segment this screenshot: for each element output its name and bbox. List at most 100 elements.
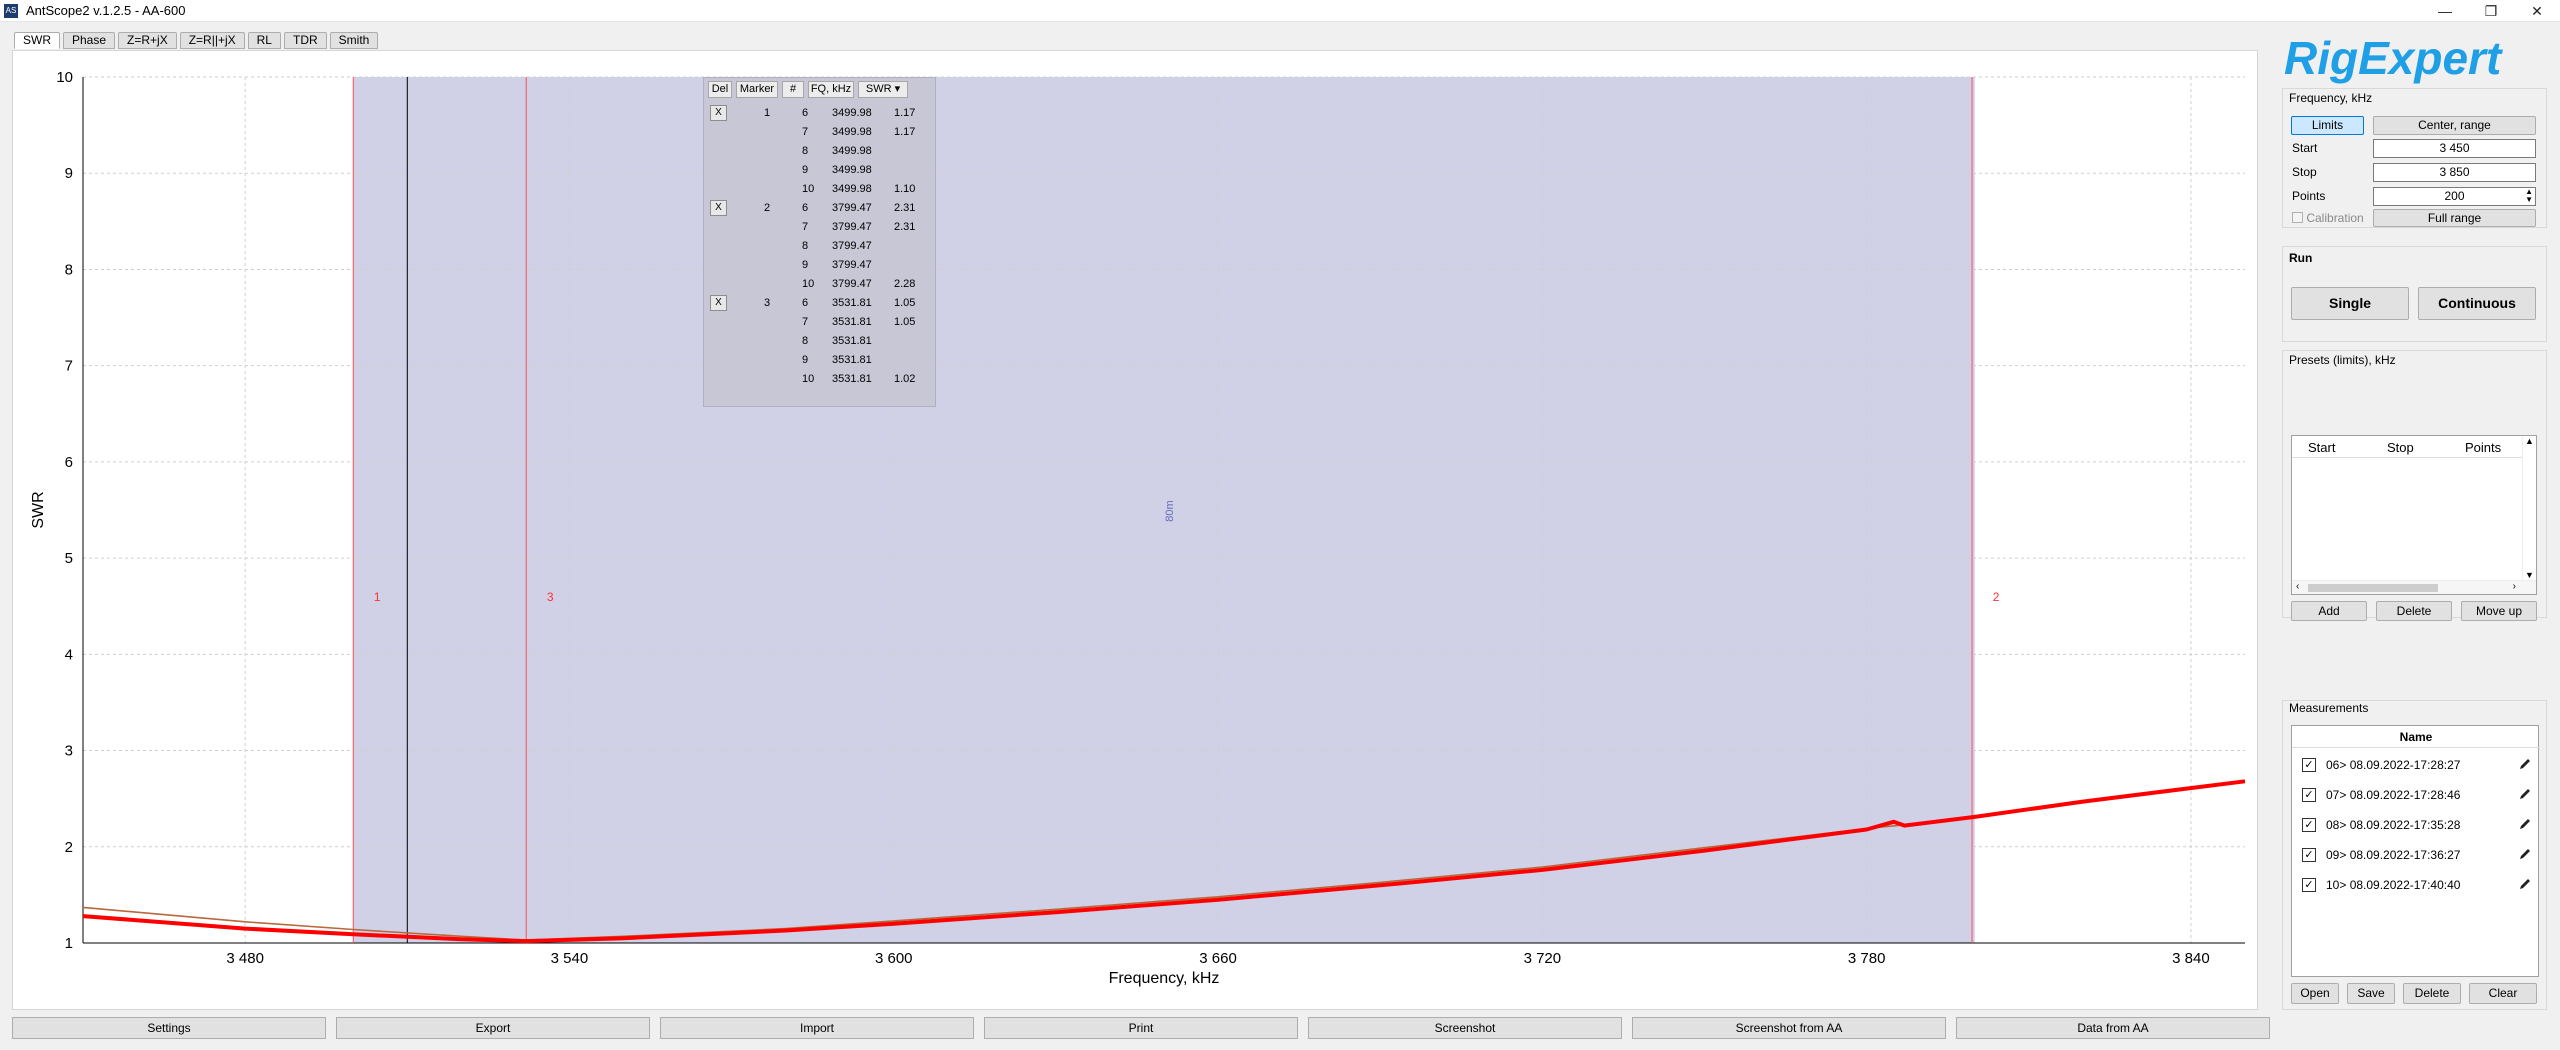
col-stop[interactable]: Stop (2387, 440, 2414, 455)
limits-button[interactable]: Limits (2291, 116, 2364, 135)
marker-table[interactable]: Del Marker # FQ, kHz SWR ▾ X 1 6 3499.98 1.1… (703, 77, 936, 407)
marker-table-row[interactable]: 9 3531.81 (704, 351, 937, 370)
col-swr[interactable]: SWR ▾ (858, 81, 908, 98)
checkmark-icon[interactable]: ✓ (2302, 758, 2316, 772)
delete-marker-button[interactable]: X (710, 105, 727, 121)
import-button[interactable]: Import (660, 1017, 974, 1039)
data-from-aa-button[interactable]: Data from AA (1956, 1017, 2270, 1039)
calibration-checkbox[interactable]: Calibration (2292, 211, 2364, 225)
checkmark-icon[interactable]: ✓ (2302, 788, 2316, 802)
marker-frequency: 3799.47 (832, 202, 872, 214)
measurement-item[interactable]: ✓ 09> 08.09.2022-17:36:27 (2292, 840, 2540, 870)
export-button[interactable]: Export (336, 1017, 650, 1039)
tab-z-parallel[interactable]: Z=R||+jX (179, 32, 245, 49)
checkbox-icon[interactable] (2292, 212, 2303, 223)
tab-rl[interactable]: RL (247, 32, 281, 49)
tab-phase[interactable]: Phase (63, 32, 116, 49)
measurement-item[interactable]: ✓ 06> 08.09.2022-17:28:27 (2292, 750, 2540, 780)
marker-table-row[interactable]: 7 3531.81 1.05 (704, 313, 937, 332)
center-range-button[interactable]: Center, range (2373, 116, 2536, 135)
move-up-preset-button[interactable]: Move up (2461, 601, 2537, 621)
col-name[interactable]: Name (2292, 726, 2540, 748)
tab-smith[interactable]: Smith (329, 32, 379, 49)
print-button[interactable]: Print (984, 1017, 1298, 1039)
marker-table-row[interactable]: X 3 6 3531.81 1.05 (704, 294, 937, 313)
marker-table-row[interactable]: 9 3799.47 (704, 256, 937, 275)
measurement-item[interactable]: ✓ 07> 08.09.2022-17:28:46 (2292, 780, 2540, 810)
pencil-icon[interactable] (2518, 847, 2532, 861)
delete-marker-button[interactable]: X (710, 295, 727, 311)
single-button[interactable]: Single (2291, 287, 2409, 320)
delete-preset-button[interactable]: Delete (2376, 601, 2452, 621)
add-preset-button[interactable]: Add (2291, 601, 2367, 621)
scroll-thumb[interactable] (2308, 584, 2438, 592)
col-frequency[interactable]: FQ, kHz (808, 81, 854, 98)
stop-field[interactable]: 3 850 (2373, 163, 2536, 182)
horizontal-scrollbar[interactable]: ‹ › (2292, 580, 2536, 594)
tab-z-series[interactable]: Z=R+jX (118, 32, 177, 49)
marker-table-row[interactable]: 10 3499.98 1.10 (704, 180, 937, 199)
presets-table[interactable]: Start Stop Points ▲ ▼ ‹ › (2291, 435, 2537, 595)
close-icon[interactable]: ✕ (2514, 0, 2560, 22)
checkmark-icon[interactable]: ✓ (2302, 848, 2316, 862)
pencil-icon[interactable] (2518, 787, 2532, 801)
scroll-left-icon[interactable]: ‹ (2296, 581, 2299, 592)
delete-marker-button[interactable]: X (710, 200, 727, 216)
measurement-item[interactable]: ✓ 08> 08.09.2022-17:35:28 (2292, 810, 2540, 840)
marker-table-row[interactable]: 8 3799.47 (704, 237, 937, 256)
scroll-down-icon[interactable]: ▼ (2525, 570, 2534, 580)
swr-chart-panel[interactable]: 1 2 3 4 5 6 7 8 9 10 3 480 3 540 3 600 3 660 3 720 3 78… (12, 50, 2258, 1010)
checkmark-icon[interactable]: ✓ (2302, 818, 2316, 832)
marker-table-row[interactable]: 8 3531.81 (704, 332, 937, 351)
marker-table-row[interactable]: 10 3799.47 2.28 (704, 275, 937, 294)
x-tick-label: 3 480 (226, 950, 264, 967)
scroll-up-icon[interactable]: ▲ (2525, 436, 2534, 446)
col-index[interactable]: # (782, 81, 804, 98)
run-group: Run Single Continuous (2282, 246, 2547, 342)
swr-chart[interactable]: 123456789103 480 3 540 3 600 3 660 3 720 3 78… (13, 51, 2259, 1011)
start-field[interactable]: 3 450 (2373, 139, 2536, 158)
marker-table-row[interactable]: 7 3499.98 1.17 (704, 123, 937, 142)
marker-frequency: 3531.81 (832, 354, 872, 366)
full-range-button[interactable]: Full range (2373, 209, 2536, 227)
marker-table-row[interactable]: 9 3499.98 (704, 161, 937, 180)
continuous-button[interactable]: Continuous (2418, 287, 2536, 320)
measurement-item[interactable]: ✓ 10> 08.09.2022-17:40:40 (2292, 870, 2540, 900)
measurements-group: Measurements Name ✓ 06> 08.09.2022-17:28:… (2282, 700, 2547, 1010)
save-button[interactable]: Save (2347, 983, 2395, 1004)
marker-table-row[interactable]: 7 3799.47 2.31 (704, 218, 937, 237)
measurements-list[interactable]: Name ✓ 06> 08.09.2022-17:28:27 ✓ 07> 08.09.… (2291, 725, 2540, 977)
presets-group: Presets (limits), kHz Start Stop Points … (2282, 350, 2547, 621)
dropdown-arrow-icon[interactable]: ▾ (895, 83, 901, 95)
measurement-index: 6 (802, 202, 809, 214)
scroll-right-icon[interactable]: › (2513, 581, 2516, 592)
vertical-scrollbar[interactable]: ▲ ▼ (2522, 436, 2536, 580)
pencil-icon[interactable] (2518, 757, 2532, 771)
minimize-icon[interactable]: — (2422, 0, 2468, 22)
pencil-icon[interactable] (2518, 877, 2532, 891)
restore-icon[interactable]: ❐ (2468, 0, 2514, 22)
marker-table-row[interactable]: 8 3499.98 (704, 142, 937, 161)
screenshot-button[interactable]: Screenshot (1308, 1017, 1622, 1039)
marker-frequency: 3531.81 (832, 373, 872, 385)
settings-button[interactable]: Settings (12, 1017, 326, 1039)
delete-measurement-button[interactable]: Delete (2403, 983, 2461, 1004)
marker-table-row[interactable]: 10 3531.81 1.02 (704, 370, 937, 389)
pencil-icon[interactable] (2518, 817, 2532, 831)
marker-table-row[interactable]: X 1 6 3499.98 1.17 (704, 104, 937, 123)
tab-swr[interactable]: SWR (14, 32, 60, 49)
clear-button[interactable]: Clear (2469, 983, 2537, 1004)
col-marker[interactable]: Marker (736, 81, 778, 98)
spin-arrows-icon[interactable]: ▲ ▼ (2525, 188, 2533, 204)
marker-frequency: 3499.98 (832, 183, 872, 195)
col-del[interactable]: Del (708, 81, 732, 98)
open-button[interactable]: Open (2291, 983, 2339, 1004)
screenshot-from-aa-button[interactable]: Screenshot from AA (1632, 1017, 1946, 1039)
marker-table-row[interactable]: X 2 6 3799.47 2.31 (704, 199, 937, 218)
checkmark-icon[interactable]: ✓ (2302, 878, 2316, 892)
y-tick-label: 7 (65, 358, 73, 375)
tab-tdr[interactable]: TDR (283, 32, 327, 49)
col-points[interactable]: Points (2465, 440, 2501, 455)
points-spinbox[interactable]: 200 ▲ ▼ (2373, 187, 2536, 206)
col-start[interactable]: Start (2308, 440, 2335, 455)
